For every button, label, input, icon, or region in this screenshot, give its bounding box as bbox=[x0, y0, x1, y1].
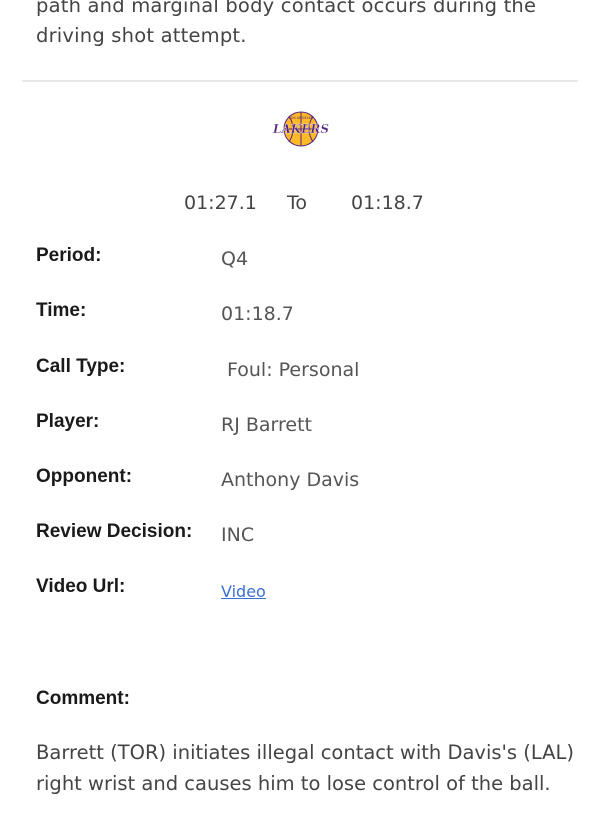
player-label: Player: bbox=[36, 411, 100, 432]
intro-text: path and marginal body contact occurs du… bbox=[36, 0, 537, 47]
time-range: 01:27.1 To 01:18.7 bbox=[0, 190, 599, 220]
time-range-to: To bbox=[287, 192, 308, 214]
time-value: 01:18.7 bbox=[221, 303, 294, 325]
logo-subtext: LOS ANGELES bbox=[289, 116, 314, 120]
comment-label: Comment: bbox=[36, 688, 130, 709]
period-label: Period: bbox=[36, 245, 102, 266]
review-decision-value: INC bbox=[221, 524, 255, 546]
video-link[interactable]: Video bbox=[221, 582, 266, 601]
call-type-label: Call Type: bbox=[36, 356, 126, 377]
time-range-start: 01:27.1 bbox=[184, 192, 257, 214]
lakers-logo: LOS ANGELES LAKERS bbox=[270, 108, 332, 150]
review-decision-label: Review Decision: bbox=[36, 521, 193, 542]
player-value: RJ Barrett bbox=[221, 414, 312, 436]
comment-text: Barrett (TOR) initiates illegal contact … bbox=[36, 741, 574, 795]
video-url-label: Video Url: bbox=[36, 576, 126, 597]
opponent-value: Anthony Davis bbox=[221, 469, 360, 491]
call-type-value: Foul: Personal bbox=[227, 359, 360, 381]
logo-wordmark: LAKERS bbox=[272, 122, 329, 136]
time-range-end: 01:18.7 bbox=[351, 192, 424, 214]
section-divider bbox=[22, 80, 578, 82]
period-value: Q4 bbox=[221, 248, 249, 270]
time-label: Time: bbox=[36, 300, 87, 321]
opponent-label: Opponent: bbox=[36, 466, 133, 487]
